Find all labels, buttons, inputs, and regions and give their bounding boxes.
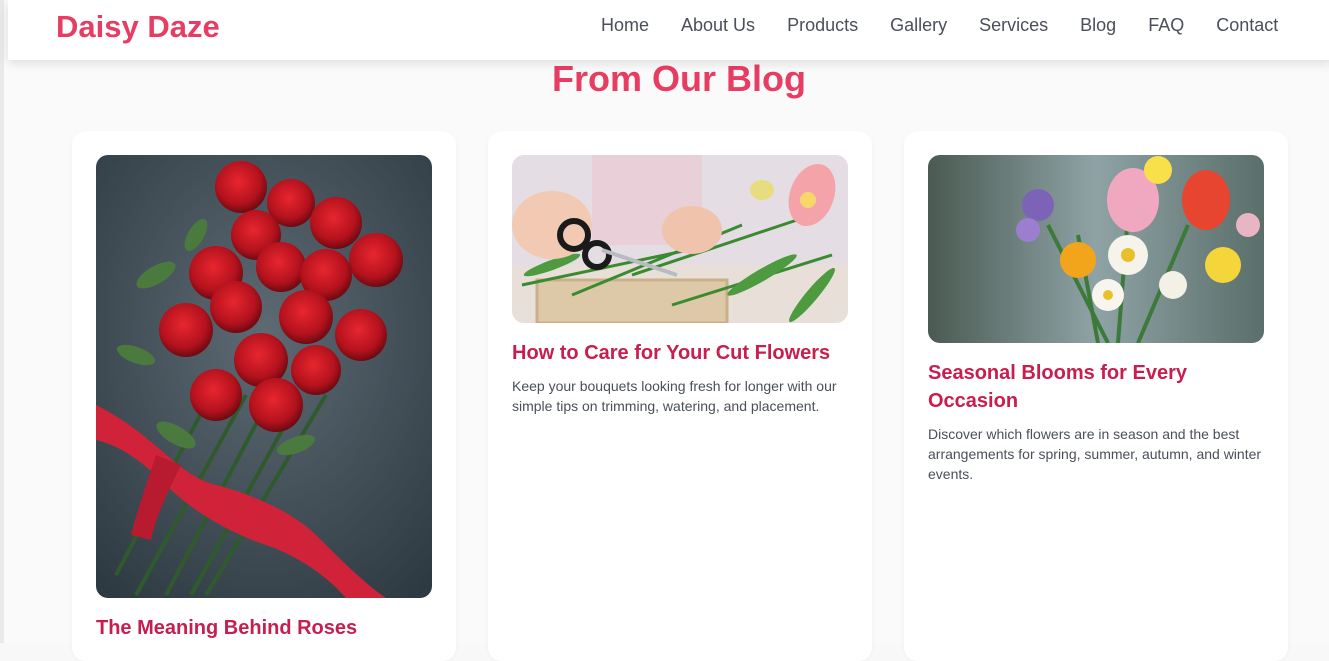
nav-services[interactable]: Services <box>979 15 1048 36</box>
nav-home[interactable]: Home <box>601 15 649 36</box>
section-title: From Our Blog <box>552 58 806 99</box>
mixed-spring-bouquet-image[interactable] <box>928 155 1264 343</box>
post-title[interactable]: Seasonal Blooms for Every Occasion <box>928 359 1264 415</box>
nav-blog[interactable]: Blog <box>1080 15 1116 36</box>
trimming-flower-stems-image[interactable] <box>512 155 848 323</box>
nav-gallery[interactable]: Gallery <box>890 15 947 36</box>
nav-products[interactable]: Products <box>787 15 858 36</box>
post-title[interactable]: How to Care for Your Cut Flowers <box>512 339 848 367</box>
blog-card[interactable]: Seasonal Blooms for Every Occasion Disco… <box>904 131 1288 661</box>
page: Daisy Daze Home About Us Products Galler… <box>0 0 1329 661</box>
nav-about-us[interactable]: About Us <box>681 15 755 36</box>
post-excerpt: Discover which flowers are in season and… <box>928 426 1262 482</box>
blog-card[interactable]: How to Care for Your Cut Flowers Keep yo… <box>488 131 872 661</box>
post-title[interactable]: The Meaning Behind Roses <box>96 614 432 642</box>
brand-logo[interactable]: Daisy Daze <box>56 9 220 45</box>
blog-card[interactable]: The Meaning Behind Roses <box>72 131 456 661</box>
post-excerpt: Keep your bouquets looking fresh for lon… <box>512 378 837 414</box>
navbar: Daisy Daze Home About Us Products Galler… <box>8 0 1329 60</box>
main-nav: Home About Us Products Gallery Services … <box>601 15 1278 36</box>
nav-faq[interactable]: FAQ <box>1148 15 1184 36</box>
nav-contact[interactable]: Contact <box>1216 15 1278 36</box>
red-roses-bouquet-image[interactable] <box>96 155 432 598</box>
